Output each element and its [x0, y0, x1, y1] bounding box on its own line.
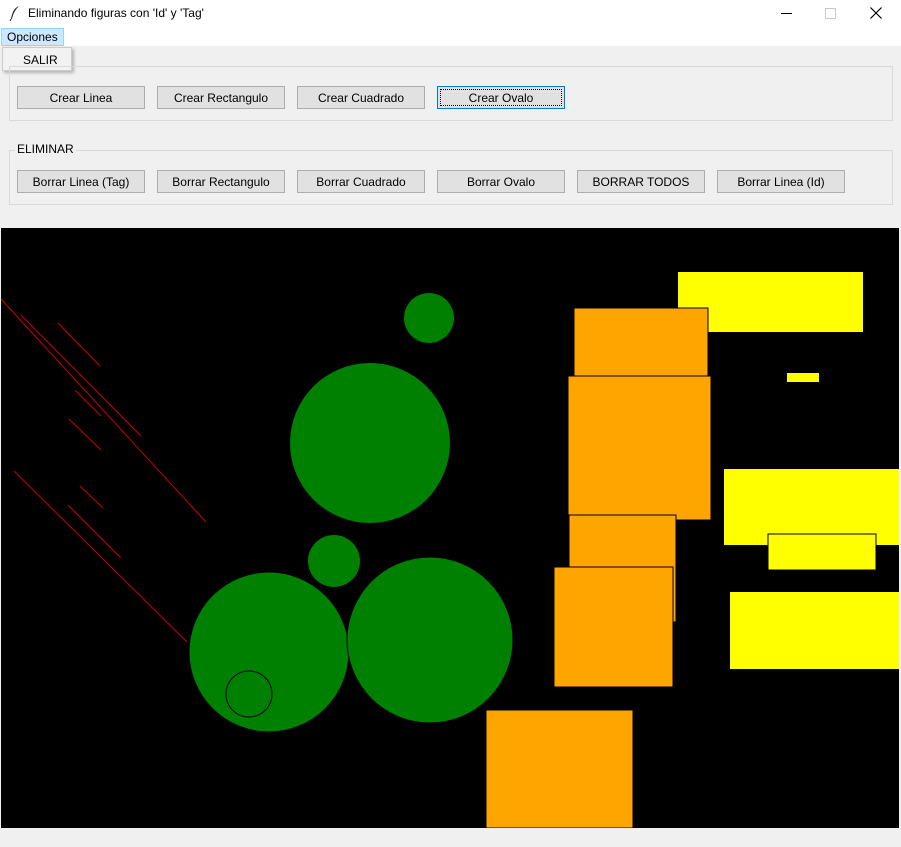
borrar-todos-button[interactable]: BORRAR TODOS — [577, 170, 705, 193]
canvas-rectangle — [767, 533, 877, 571]
borrar-linea-tag-button[interactable]: Borrar Linea (Tag) — [17, 170, 145, 193]
canvas-oval — [188, 571, 350, 733]
title-bar: Eliminando figuras con 'Id' y 'Tag' — [0, 0, 901, 26]
menu-bar — [0, 26, 901, 46]
canvas-oval — [404, 293, 454, 343]
minimize-icon — [780, 12, 792, 14]
canvas-square — [573, 307, 709, 378]
feather-icon — [9, 6, 19, 21]
menu-opciones[interactable]: Opciones — [1, 28, 64, 46]
crear-ovalo-button[interactable]: Crear Ovalo — [437, 86, 565, 109]
canvas-square — [485, 709, 634, 828]
canvas-oval — [225, 670, 273, 718]
status-strip — [0, 828, 901, 847]
close-icon — [870, 7, 882, 19]
minimize-button[interactable] — [763, 0, 809, 26]
borrar-rectangulo-button[interactable]: Borrar Rectangulo — [157, 170, 285, 193]
canvas-oval — [346, 556, 514, 724]
canvas-oval — [290, 363, 450, 523]
close-button[interactable] — [853, 0, 899, 26]
crear-linea-button[interactable]: Crear Linea — [17, 86, 145, 109]
canvas-rectangle — [730, 592, 899, 669]
borrar-ovalo-button[interactable]: Borrar Ovalo — [437, 170, 565, 193]
eliminar-frame-label: ELIMINAR — [15, 142, 76, 156]
canvas-oval — [308, 535, 360, 587]
menu-item-salir[interactable]: SALIR — [23, 53, 58, 67]
canvas-square — [567, 375, 712, 521]
borrar-cuadrado-button[interactable]: Borrar Cuadrado — [297, 170, 425, 193]
crear-rectangulo-button[interactable]: Crear Rectangulo — [157, 86, 285, 109]
crear-cuadrado-button[interactable]: Crear Cuadrado — [297, 86, 425, 109]
window-title: Eliminando figuras con 'Id' y 'Tag' — [28, 6, 204, 20]
canvas-rectangle — [787, 373, 819, 382]
borrar-linea-id-button[interactable]: Borrar Linea (Id) — [717, 170, 845, 193]
maximize-button[interactable] — [807, 0, 853, 26]
canvas-square — [553, 566, 674, 688]
canvas-svg[interactable] — [1, 228, 899, 828]
drawing-canvas[interactable] — [1, 228, 899, 828]
maximize-icon — [824, 7, 836, 19]
